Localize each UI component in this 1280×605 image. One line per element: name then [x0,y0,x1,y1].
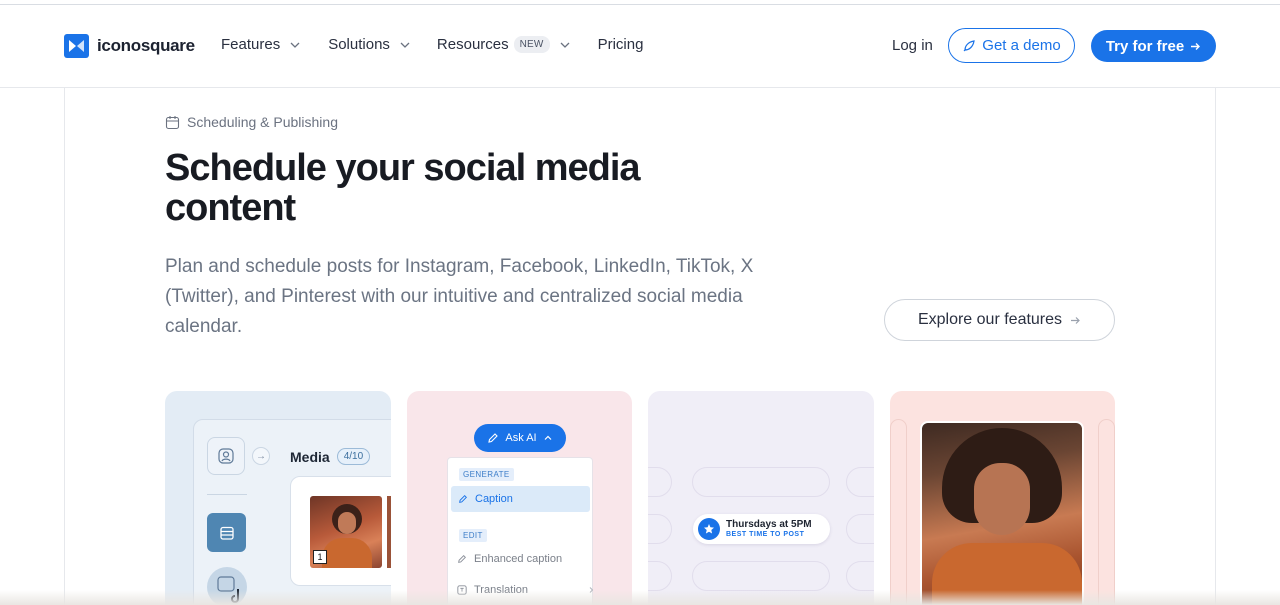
time-slot [846,467,874,497]
chevron-down-icon [400,42,410,48]
chevron-down-icon [290,42,300,48]
section-eyebrow: Scheduling & Publishing [165,114,338,130]
user-icon [218,448,234,464]
time-slot [648,467,672,497]
time-slot [846,514,874,544]
logo-icon [64,34,89,58]
best-time-label: BEST TIME TO POST [726,531,805,538]
best-time-tag: Thursdays at 5PM BEST TIME TO POST [693,514,830,544]
nav-features-label: Features [221,36,281,53]
chevron-up-icon [544,435,552,440]
best-time-value: Thursdays at 5PM [726,519,812,530]
enhanced-caption-label: Enhanced caption [474,553,563,565]
page-title: Schedule your social media content [165,147,641,229]
pencil-icon [458,555,466,563]
caption-label: Caption [475,493,513,505]
pencil-icon [488,433,499,443]
nav-solutions[interactable]: Solutions [328,36,411,53]
site-header: iconosquare Features Solutions Resources… [0,5,1280,88]
nav-resources[interactable]: Resources NEW [437,36,571,53]
time-slot [648,561,672,591]
nav-pricing[interactable]: Pricing [598,36,644,53]
expand-arrow-icon[interactable]: → [252,447,270,465]
carousel-edge [890,419,907,605]
profile-switch-button[interactable] [207,437,245,475]
time-slot [692,561,830,591]
explore-label: Explore our features [917,311,1063,328]
arrow-right-icon [1191,42,1201,50]
best-time-card: Thursdays at 5PM BEST TIME TO POST [648,391,874,605]
calendar-icon [165,115,180,129]
time-slot [692,467,830,497]
time-slot [648,514,672,544]
calendar-icon [219,526,234,540]
ask-ai-label: Ask AI [505,432,537,444]
chevron-down-icon [560,42,570,48]
post-preview-image [920,421,1084,605]
main-nav: Features Solutions Resources NEW Pricing [221,36,643,53]
carousel-edge [1098,419,1115,605]
try-for-free-button[interactable]: Try for free [1091,30,1216,62]
get-demo-label: Get a demo [982,37,1061,54]
menu-item-enhanced-caption[interactable]: Enhanced caption [457,553,562,565]
menu-item-caption[interactable]: Caption [451,486,590,512]
preview-card [890,391,1115,605]
sidebar-divider [207,494,247,495]
nav-solutions-label: Solutions [328,36,390,53]
logo[interactable]: iconosquare [64,34,195,58]
media-title: Media [290,448,330,465]
ai-caption-card: Ask AI GENERATE Caption EDIT Enhanced ca… [407,391,632,605]
new-badge: NEW [513,36,550,53]
calendar-nav-button[interactable] [207,513,246,552]
hero-description: Plan and schedule posts for Instagram, F… [165,256,754,337]
nav-pricing-label: Pricing [597,36,644,53]
arrow-right-icon [1071,316,1080,324]
ask-ai-button[interactable]: Ask AI [474,424,566,452]
nav-features[interactable]: Features [221,36,301,53]
thumbnail-index: 1 [313,550,327,564]
media-count-badge: 4/10 [336,448,371,465]
pencil-icon [459,495,467,503]
star-icon [698,518,720,540]
rocket-icon [963,39,976,51]
login-link[interactable]: Log in [892,37,933,54]
explore-features-button[interactable]: Explore our features [884,299,1115,341]
nav-resources-label: Resources [436,36,509,53]
get-demo-button[interactable]: Get a demo [948,28,1075,63]
media-thumbnail[interactable] [387,496,391,568]
logo-text: iconosquare [97,36,195,55]
generate-section-label: GENERATE [459,468,514,481]
edit-section-label: EDIT [459,529,487,542]
media-card: → Media 4/10 1 [165,391,391,605]
bottom-shadow [0,590,1280,605]
try-for-free-label: Try for free [1105,37,1185,55]
eyebrow-label: Scheduling & Publishing [187,114,338,130]
time-slot [846,561,874,591]
media-header: Media 4/10 [290,448,371,465]
